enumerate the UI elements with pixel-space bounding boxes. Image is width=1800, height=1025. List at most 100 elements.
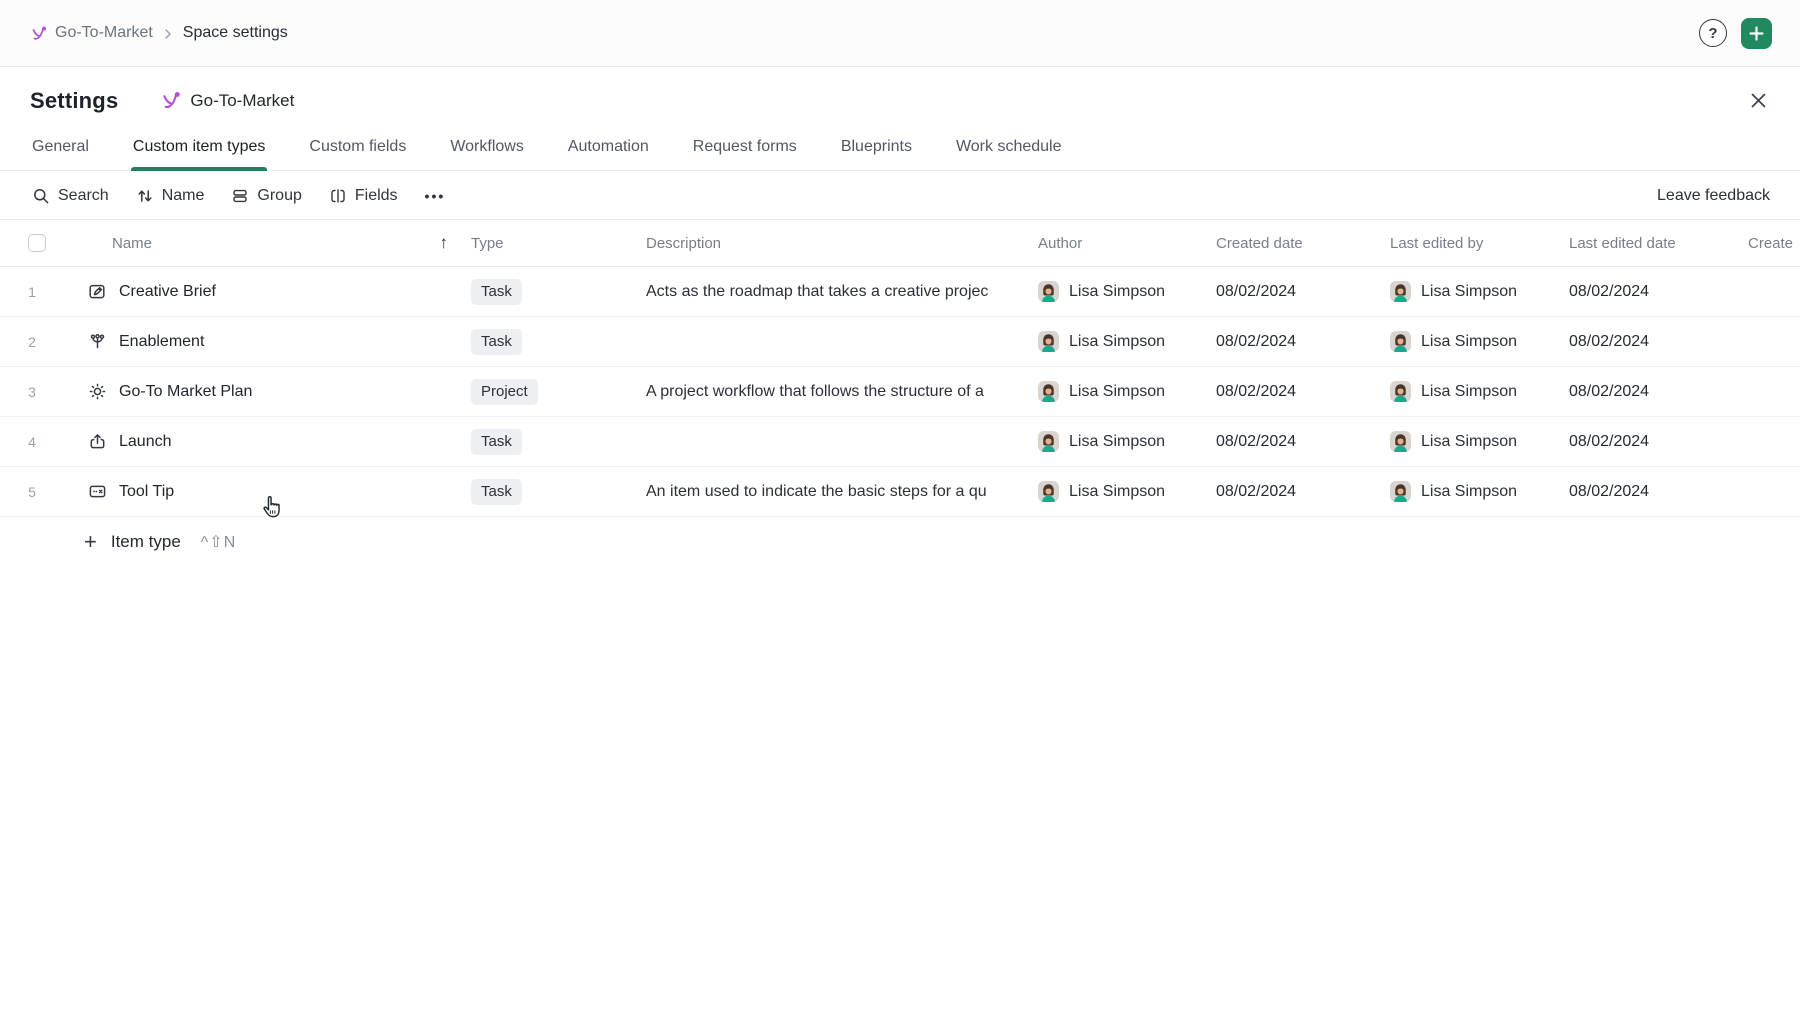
author-cell[interactable]: Lisa Simpson bbox=[1029, 431, 1207, 452]
editor-avatar bbox=[1390, 331, 1411, 352]
search-icon bbox=[32, 187, 50, 205]
row-number: 1 bbox=[0, 284, 64, 300]
column-header-name[interactable]: Name ↑ bbox=[64, 233, 462, 253]
fields-button[interactable]: Fields bbox=[329, 187, 398, 205]
last-edited-by-cell[interactable]: Lisa Simpson bbox=[1381, 331, 1560, 352]
sort-arrows-icon bbox=[136, 187, 154, 205]
more-options-button[interactable]: ••• bbox=[425, 188, 446, 204]
last-edited-by-cell[interactable]: Lisa Simpson bbox=[1381, 381, 1560, 402]
created-date-cell[interactable]: 08/02/2024 bbox=[1207, 333, 1381, 351]
branch-icon bbox=[88, 332, 107, 351]
table-row[interactable]: 4 Launch Task Lisa Simpson 08/02/2024 Li… bbox=[0, 417, 1800, 467]
column-header-type[interactable]: Type bbox=[462, 235, 637, 252]
close-button[interactable] bbox=[1745, 87, 1772, 114]
tab-work-schedule[interactable]: Work schedule bbox=[954, 128, 1064, 170]
item-type-cell[interactable]: Task bbox=[462, 329, 637, 355]
space-avatar-icon bbox=[30, 25, 47, 42]
close-icon bbox=[1749, 91, 1768, 110]
author-cell[interactable]: Lisa Simpson bbox=[1029, 481, 1207, 502]
item-type-cell[interactable]: Task bbox=[462, 429, 637, 455]
item-name-cell[interactable]: Launch bbox=[64, 432, 462, 451]
group-label: Group bbox=[257, 187, 301, 205]
search-button[interactable]: Search bbox=[32, 187, 109, 205]
item-types-table: Name ↑ Type Description Author Created d… bbox=[0, 219, 1800, 553]
last-edited-by-cell[interactable]: Lisa Simpson bbox=[1381, 481, 1560, 502]
question-mark-icon: ? bbox=[1708, 25, 1717, 42]
group-button[interactable]: Group bbox=[231, 187, 301, 205]
breadcrumb-space[interactable]: Go-To-Market bbox=[30, 24, 153, 42]
created-date-cell[interactable]: 08/02/2024 bbox=[1207, 433, 1381, 451]
author-cell[interactable]: Lisa Simpson bbox=[1029, 331, 1207, 352]
last-edited-date-cell[interactable]: 08/02/2024 bbox=[1560, 333, 1739, 351]
column-header-author[interactable]: Author bbox=[1029, 235, 1207, 252]
column-header-last-edited-date[interactable]: Last edited date bbox=[1560, 235, 1739, 252]
leave-feedback-link[interactable]: Leave feedback bbox=[1657, 187, 1770, 205]
sort-button[interactable]: Name bbox=[136, 187, 205, 205]
item-type-cell[interactable]: Project bbox=[462, 379, 637, 405]
item-description-cell[interactable]: A project workflow that follows the stru… bbox=[637, 383, 1029, 401]
type-badge: Project bbox=[471, 379, 538, 405]
description-fade bbox=[985, 483, 1029, 501]
group-icon bbox=[231, 187, 249, 205]
row-number: 2 bbox=[0, 334, 64, 350]
fields-icon bbox=[329, 187, 347, 205]
add-item-type-button[interactable]: Item type bbox=[111, 532, 181, 552]
item-description-cell[interactable]: Acts as the roadmap that takes a creativ… bbox=[637, 283, 1029, 301]
created-date-cell[interactable]: 08/02/2024 bbox=[1207, 383, 1381, 401]
created-date-cell[interactable]: 08/02/2024 bbox=[1207, 483, 1381, 501]
space-name-label: Go-To-Market bbox=[190, 91, 294, 111]
author-name: Lisa Simpson bbox=[1069, 333, 1165, 351]
item-name-label: Enablement bbox=[119, 333, 204, 351]
item-name-cell[interactable]: Creative Brief bbox=[64, 282, 462, 301]
space-avatar-icon bbox=[160, 90, 181, 111]
item-name-cell[interactable]: Enablement bbox=[64, 332, 462, 351]
create-new-button[interactable] bbox=[1741, 18, 1772, 49]
editor-name: Lisa Simpson bbox=[1421, 283, 1517, 301]
sort-ascending-icon[interactable]: ↑ bbox=[440, 233, 449, 253]
created-date-cell[interactable]: 08/02/2024 bbox=[1207, 283, 1381, 301]
tab-automation[interactable]: Automation bbox=[566, 128, 651, 170]
column-header-description[interactable]: Description bbox=[637, 235, 1029, 252]
table-row[interactable]: 1 Creative Brief Task Acts as the roadma… bbox=[0, 267, 1800, 317]
table-header-row: Name ↑ Type Description Author Created d… bbox=[0, 219, 1800, 267]
tab-blueprints[interactable]: Blueprints bbox=[839, 128, 914, 170]
author-avatar bbox=[1038, 481, 1059, 502]
select-all-checkbox[interactable] bbox=[28, 234, 46, 252]
item-description-cell[interactable]: An item used to indicate the basic steps… bbox=[637, 483, 1029, 501]
column-header-created-date[interactable]: Created date bbox=[1207, 235, 1381, 252]
description-fade bbox=[985, 283, 1029, 301]
sort-field-label: Name bbox=[162, 187, 205, 205]
tab-request-forms[interactable]: Request forms bbox=[691, 128, 799, 170]
type-badge: Task bbox=[471, 479, 522, 505]
brush-icon bbox=[88, 282, 107, 301]
table-row[interactable]: 3 Go-To Market Plan Project A project wo… bbox=[0, 367, 1800, 417]
breadcrumb-space-label: Go-To-Market bbox=[55, 24, 153, 42]
item-name-cell[interactable]: Go-To Market Plan bbox=[64, 382, 462, 401]
tab-custom-item-types[interactable]: Custom item types bbox=[131, 128, 267, 170]
tab-general[interactable]: General bbox=[30, 128, 91, 170]
last-edited-date-cell[interactable]: 08/02/2024 bbox=[1560, 483, 1739, 501]
last-edited-date-cell[interactable]: 08/02/2024 bbox=[1560, 433, 1739, 451]
select-all-cell bbox=[0, 234, 64, 252]
author-cell[interactable]: Lisa Simpson bbox=[1029, 381, 1207, 402]
row-number: 3 bbox=[0, 384, 64, 400]
last-edited-by-cell[interactable]: Lisa Simpson bbox=[1381, 431, 1560, 452]
tab-workflows[interactable]: Workflows bbox=[448, 128, 526, 170]
tab-custom-fields[interactable]: Custom fields bbox=[307, 128, 408, 170]
add-plus-icon[interactable]: + bbox=[84, 531, 97, 553]
last-edited-by-cell[interactable]: Lisa Simpson bbox=[1381, 281, 1560, 302]
column-header-created-by[interactable]: Create bbox=[1739, 235, 1800, 252]
author-name: Lisa Simpson bbox=[1069, 433, 1165, 451]
item-name-label: Launch bbox=[119, 433, 172, 451]
last-edited-date-cell[interactable]: 08/02/2024 bbox=[1560, 383, 1739, 401]
last-edited-date-cell[interactable]: 08/02/2024 bbox=[1560, 283, 1739, 301]
column-header-last-edited-by[interactable]: Last edited by bbox=[1381, 235, 1560, 252]
item-type-cell[interactable]: Task bbox=[462, 279, 637, 305]
item-name-cell[interactable]: Tool Tip bbox=[64, 482, 462, 501]
table-row[interactable]: 2 Enablement Task Lisa Simpson 08/02/202… bbox=[0, 317, 1800, 367]
author-cell[interactable]: Lisa Simpson bbox=[1029, 281, 1207, 302]
item-type-cell[interactable]: Task bbox=[462, 479, 637, 505]
type-badge: Task bbox=[471, 429, 522, 455]
help-button[interactable]: ? bbox=[1699, 19, 1727, 47]
table-row[interactable]: 5 Tool Tip Task An item used to indicate… bbox=[0, 467, 1800, 517]
